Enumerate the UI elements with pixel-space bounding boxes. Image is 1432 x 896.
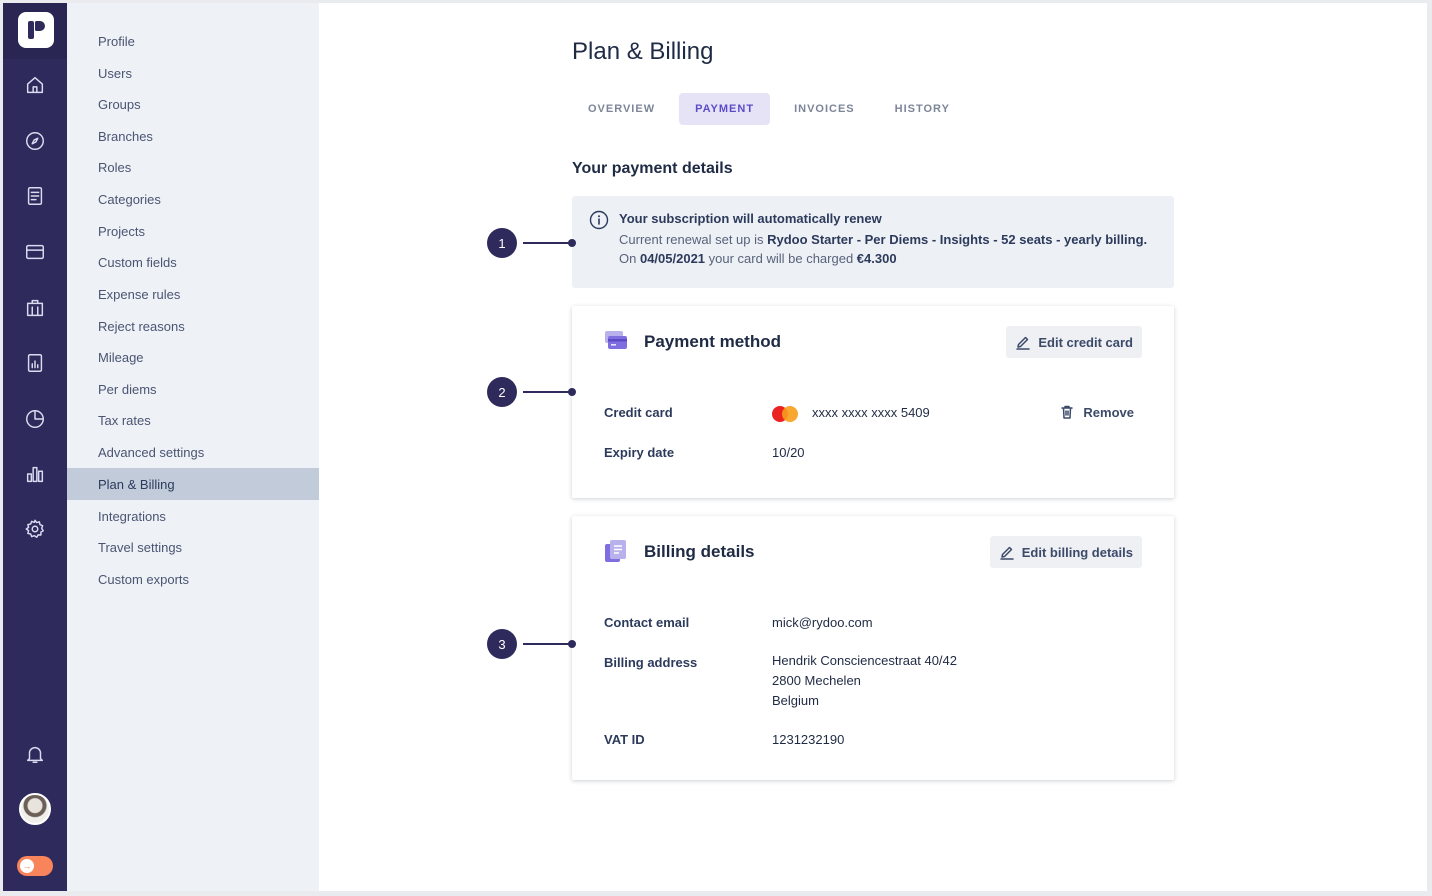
sidebar-item-integrations[interactable]: Integrations: [67, 500, 319, 532]
sidebar-item-tax-rates[interactable]: Tax rates: [67, 404, 319, 436]
compass-icon[interactable]: [21, 127, 49, 155]
sidebar-item-per-diems[interactable]: Per diems: [67, 373, 319, 405]
pencil-icon: [1016, 336, 1031, 350]
sidebar-item-profile[interactable]: Profile: [67, 25, 319, 57]
sidebar-item-roles[interactable]: Roles: [67, 151, 319, 183]
expiry-date-label: Expiry date: [604, 445, 675, 460]
expiry-date-value: 10/20: [772, 445, 805, 460]
sidebar-item-groups[interactable]: Groups: [67, 88, 319, 120]
sidebar-item-custom-fields[interactable]: Custom fields: [67, 246, 319, 278]
callout-line: [523, 391, 571, 393]
callout-marker: 2: [487, 377, 517, 407]
settings-sidebar: Profile Users Groups Branches Roles Cate…: [67, 3, 319, 891]
notice-charge-line: On 04/05/2021 your card will be charged …: [619, 251, 897, 266]
billing-details-title: Billing details: [644, 542, 755, 561]
credit-card-label: Credit card: [604, 405, 673, 420]
renewal-notice: Your subscription will automatically ren…: [572, 196, 1174, 288]
sidebar-item-mileage[interactable]: Mileage: [67, 341, 319, 373]
trash-icon: [1061, 405, 1074, 419]
tab-bar: OVERVIEW PAYMENT INVOICES HISTORY: [572, 93, 974, 125]
tab-overview[interactable]: OVERVIEW: [572, 93, 671, 125]
callout-marker: 1: [487, 228, 517, 258]
remove-card-button[interactable]: Remove: [1059, 405, 1134, 420]
address-line-2: 2800 Mechelen: [772, 673, 861, 688]
avatar[interactable]: [19, 793, 51, 825]
page-title: Plan & Billing: [572, 38, 714, 65]
sidebar-item-branches[interactable]: Branches: [67, 120, 319, 152]
rydoo-logo[interactable]: [18, 12, 54, 48]
sidebar-item-users[interactable]: Users: [67, 57, 319, 89]
billing-address-label: Billing address: [604, 655, 698, 670]
vat-id-label: VAT ID: [604, 732, 645, 747]
edit-billing-details-label: Edit billing details: [1021, 544, 1133, 560]
tab-invoices[interactable]: INVOICES: [778, 93, 871, 125]
notice-plan-line: Current renewal set up is Rydoo Starter …: [619, 232, 1148, 247]
home-icon[interactable]: [21, 71, 49, 99]
main-content: Plan & Billing OVERVIEW PAYMENT INVOICES…: [319, 3, 1427, 891]
tab-payment[interactable]: PAYMENT: [679, 93, 771, 125]
tab-history[interactable]: HISTORY: [879, 93, 966, 125]
payment-method-title: Payment method: [644, 332, 781, 351]
billing-address-value: Hendrik Consciencestraat 40/42 2800 Mech…: [772, 651, 957, 711]
pencil-icon: [1000, 546, 1014, 560]
contact-email-value: mick@rydoo.com: [772, 615, 873, 630]
address-line-1: Hendrik Consciencestraat 40/42: [772, 653, 957, 668]
bell-icon[interactable]: [21, 740, 49, 768]
sidebar-item-plan-billing[interactable]: Plan & Billing: [67, 468, 319, 500]
sidebar-item-projects[interactable]: Projects: [67, 215, 319, 247]
toggle[interactable]: →: [17, 856, 53, 876]
edit-credit-card-button[interactable]: Edit credit card: [1006, 326, 1142, 358]
callout-line: [523, 242, 571, 244]
sidebar-item-expense-rules[interactable]: Expense rules: [67, 278, 319, 310]
arrow-right-icon: →: [20, 859, 34, 873]
billing-details-card: Billing details Edit billing details Con…: [572, 516, 1174, 780]
pie-chart-icon[interactable]: [21, 405, 49, 433]
callout-dot: [568, 239, 576, 247]
mastercard-icon: [772, 406, 798, 422]
icon-rail: →: [3, 3, 67, 891]
remove-card-label: Remove: [1083, 405, 1134, 420]
sidebar-item-travel-settings[interactable]: Travel settings: [67, 531, 319, 563]
sidebar-item-categories[interactable]: Categories: [67, 183, 319, 215]
edit-credit-card-label: Edit credit card: [1038, 334, 1133, 350]
notice-title: Your subscription will automatically ren…: [619, 211, 882, 226]
card-number: xxxx xxxx xxxx 5409: [812, 405, 930, 420]
callout-dot: [568, 640, 576, 648]
callout-dot: [568, 388, 576, 396]
sidebar-item-custom-exports[interactable]: Custom exports: [67, 563, 319, 595]
sidebar-item-reject-reasons[interactable]: Reject reasons: [67, 310, 319, 342]
payment-method-card: Payment method Edit credit card Credit c…: [572, 306, 1174, 498]
building-icon[interactable]: [21, 294, 49, 322]
document-icon[interactable]: [21, 182, 49, 210]
callout-marker: 3: [487, 629, 517, 659]
bar-chart-icon[interactable]: [21, 460, 49, 488]
contact-email-label: Contact email: [604, 615, 690, 630]
edit-billing-details-button[interactable]: Edit billing details: [989, 536, 1142, 568]
app-window: → Profile Users Groups Branches Roles Ca…: [3, 3, 1427, 891]
info-icon: [589, 210, 609, 230]
sidebar-item-advanced-settings[interactable]: Advanced settings: [67, 436, 319, 468]
gear-icon[interactable]: [21, 515, 49, 543]
section-title: Your payment details: [572, 160, 733, 177]
address-line-3: Belgium: [772, 693, 819, 708]
credit-cards-icon: [605, 331, 627, 349]
callout-line: [523, 643, 571, 645]
vat-id-value: 1231232190: [772, 732, 845, 747]
documents-icon: [605, 540, 626, 562]
report-icon[interactable]: [21, 349, 49, 377]
card-icon[interactable]: [21, 238, 49, 266]
